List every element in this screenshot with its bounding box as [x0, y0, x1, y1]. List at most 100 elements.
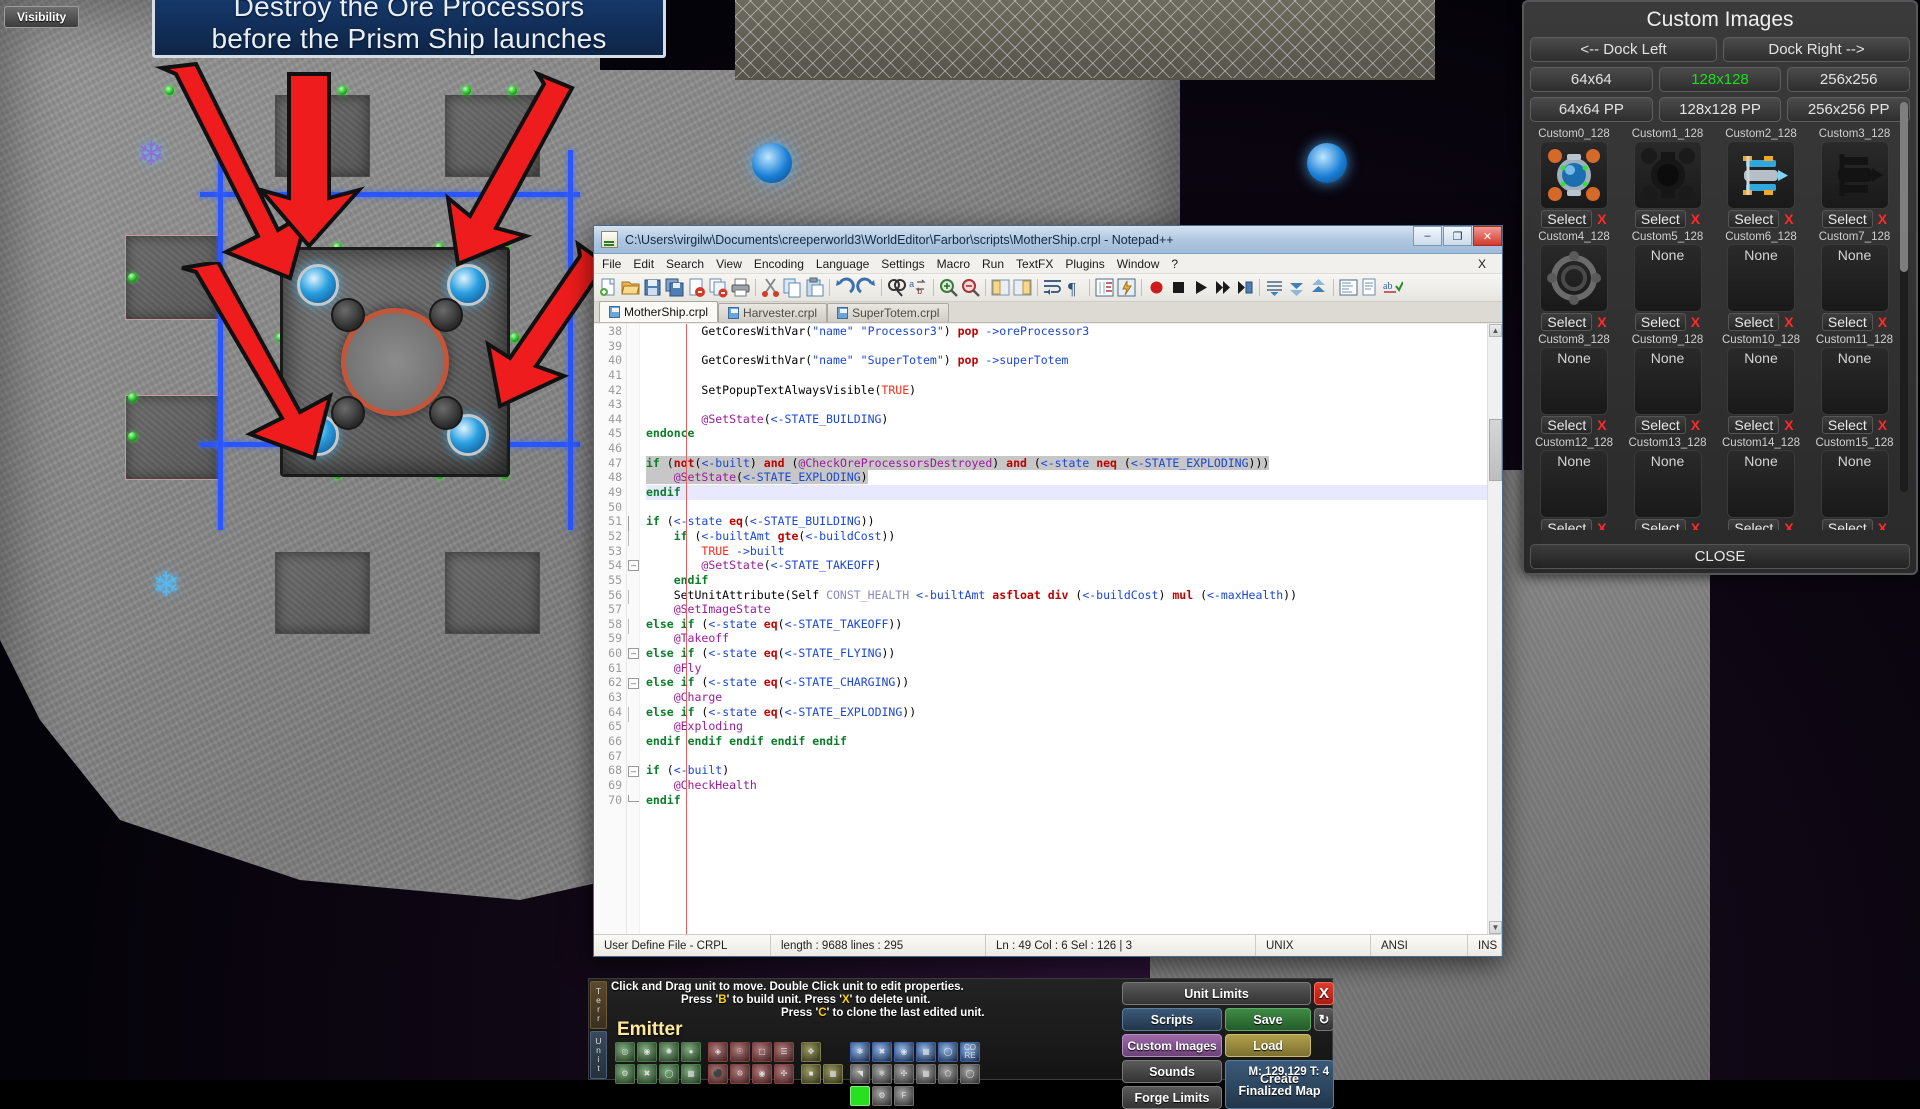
close-document-button[interactable]: X: [1478, 257, 1494, 271]
menu-item-settings[interactable]: Settings: [881, 257, 924, 271]
terrain-node[interactable]: [128, 432, 137, 441]
select-image-button[interactable]: Select: [1822, 210, 1873, 228]
show-all-chars-icon[interactable]: ¶: [1064, 277, 1085, 298]
minimize-button[interactable]: –: [1413, 226, 1442, 246]
unit-relay[interactable]: ▦: [916, 1064, 936, 1084]
unit-forge-upgrade[interactable]: F: [894, 1086, 914, 1106]
custom-image-thumbnail[interactable]: None: [1727, 347, 1795, 415]
unit-sprayer[interactable]: ●: [681, 1042, 701, 1062]
maximize-button[interactable]: ❐: [1443, 226, 1472, 246]
select-image-button[interactable]: Select: [1541, 519, 1592, 530]
size-256-pp-button[interactable]: 256x256 PP: [1787, 97, 1910, 122]
save-all-icon[interactable]: [664, 277, 685, 298]
menu-item-edit[interactable]: Edit: [633, 257, 654, 271]
dock-right-button[interactable]: Dock Right -->: [1723, 37, 1910, 62]
fold-collapse-icon[interactable]: –: [628, 648, 639, 659]
unit-anti-creeper-emitter[interactable]: ◈: [708, 1042, 728, 1062]
select-image-button[interactable]: Select: [1541, 416, 1592, 434]
custom-image-thumbnail[interactable]: None: [1727, 244, 1795, 312]
scrollbar-thumb[interactable]: [1489, 419, 1502, 481]
save-button[interactable]: Save: [1225, 1008, 1311, 1031]
size-128-pp-button[interactable]: 128x128 PP: [1659, 97, 1782, 122]
word-wrap-icon[interactable]: [1042, 277, 1063, 298]
code-folding-column[interactable]: ––––: [627, 324, 640, 934]
select-image-button[interactable]: Select: [1635, 313, 1686, 331]
custom-images-scrollbar[interactable]: [1900, 102, 1908, 492]
load-button[interactable]: Load: [1225, 1034, 1311, 1057]
new-file-icon[interactable]: [598, 277, 619, 298]
menu-item-help[interactable]: ?: [1171, 257, 1178, 271]
code-line[interactable]: @SetState(<-STATE_EXPLODING): [646, 470, 1502, 485]
custom-image-thumbnail[interactable]: None: [1634, 244, 1702, 312]
custom-image-thumbnail[interactable]: None: [1540, 450, 1608, 518]
unit-totem[interactable]: ☉: [730, 1042, 750, 1062]
zoom-in-icon[interactable]: [938, 277, 959, 298]
menu-item-macro[interactable]: Macro: [937, 257, 970, 271]
code-line[interactable]: if (<-built): [646, 763, 1502, 778]
unit-sniper[interactable]: ✣: [894, 1064, 914, 1084]
code-line[interactable]: else if (<-state eq(<-STATE_TAKEOFF)): [646, 617, 1502, 632]
code-line[interactable]: GetCoresWithVar("name" "Processor3") pop…: [646, 324, 1502, 339]
unit-ore-deposit[interactable]: ☰: [774, 1042, 794, 1062]
unit-nullifier[interactable]: ✖: [872, 1042, 892, 1062]
tab-terrain[interactable]: Terr: [590, 981, 607, 1029]
code-line[interactable]: @Fly: [646, 661, 1502, 676]
dock-left-button[interactable]: <-- Dock Left: [1530, 37, 1717, 62]
editor-area[interactable]: 3839404142434445464748495051525354555657…: [594, 324, 1502, 934]
select-image-button[interactable]: Select: [1728, 519, 1779, 530]
menu-item-encoding[interactable]: Encoding: [754, 257, 804, 271]
custom-image-thumbnail[interactable]: [1540, 244, 1608, 312]
unit-limits-button[interactable]: Unit Limits: [1122, 982, 1311, 1005]
open-file-icon[interactable]: [620, 277, 641, 298]
refresh-button[interactable]: ↻: [1314, 1008, 1334, 1031]
menu-item-run[interactable]: Run: [982, 257, 1004, 271]
code-line[interactable]: TRUE ->built: [646, 544, 1502, 559]
terrain-node[interactable]: [128, 273, 137, 282]
scrollbar-thumb[interactable]: [1900, 102, 1908, 272]
creeper-emitter-node[interactable]: [1307, 143, 1347, 183]
unit-digitalis[interactable]: ✖: [637, 1064, 657, 1084]
document-icon[interactable]: [1360, 277, 1381, 298]
select-image-button[interactable]: Select: [1728, 313, 1779, 331]
tab-unit[interactable]: Unit: [590, 1031, 607, 1079]
menu-item-window[interactable]: Window: [1117, 257, 1160, 271]
remove-image-button[interactable]: X: [1691, 211, 1700, 227]
fold-range-line[interactable]: [628, 619, 639, 634]
tab-mothership-crpl[interactable]: MotherShip.crpl: [599, 301, 718, 322]
code-line[interactable]: SetPopupTextAlwaysVisible(TRUE): [646, 383, 1502, 398]
unit-emitter[interactable]: ◎: [615, 1042, 635, 1062]
size-64-button[interactable]: 64x64: [1530, 67, 1653, 92]
collapse-all-icon[interactable]: [1264, 277, 1285, 298]
tab-harvester-crpl[interactable]: Harvester.crpl: [718, 303, 827, 322]
scroll-up-arrow[interactable]: ▲: [1489, 324, 1502, 337]
unit-shield[interactable]: ⚫: [708, 1064, 728, 1084]
menu-item-search[interactable]: Search: [666, 257, 704, 271]
play-multiple-macro-icon[interactable]: [1212, 277, 1233, 298]
scripts-button[interactable]: Scripts: [1122, 1008, 1222, 1031]
code-line[interactable]: endif: [646, 793, 1502, 808]
unit-creeper-crawler[interactable]: ⚙: [615, 1064, 635, 1084]
select-image-button[interactable]: Select: [1728, 416, 1779, 434]
unit-terp[interactable]: ◥: [850, 1064, 870, 1084]
custom-images-button[interactable]: Custom Images: [1122, 1034, 1222, 1057]
code-line[interactable]: @SetState(<-STATE_BUILDING): [646, 412, 1502, 427]
code-line[interactable]: [646, 368, 1502, 383]
custom-image-thumbnail[interactable]: None: [1727, 450, 1795, 518]
code-line[interactable]: [646, 441, 1502, 456]
unit-beam[interactable]: ◉: [894, 1042, 914, 1062]
custom-image-thumbnail[interactable]: [1727, 141, 1795, 209]
unit-runner-nest[interactable]: ✺: [659, 1042, 679, 1062]
unit-reactor[interactable]: ⬠: [938, 1064, 958, 1084]
undo-icon[interactable]: [834, 277, 855, 298]
code-line[interactable]: @Exploding: [646, 719, 1502, 734]
fold-collapse-icon[interactable]: –: [628, 678, 639, 689]
code-line[interactable]: else if (<-state eq(<-STATE_EXPLODING)): [646, 705, 1502, 720]
scroll-down-arrow[interactable]: ▼: [1489, 921, 1502, 934]
show-doc-map-icon[interactable]: [1338, 277, 1359, 298]
unit-blast[interactable]: ❃: [850, 1042, 870, 1062]
replace-icon[interactable]: ab: [908, 277, 929, 298]
unit-forge[interactable]: ◯: [960, 1064, 980, 1084]
window-title-bar[interactable]: C:\Users\virgilw\Documents\creeperworld3…: [594, 226, 1502, 254]
sync-scroll-v-icon[interactable]: [990, 277, 1011, 298]
code-line[interactable]: if (<-state eq(<-STATE_BUILDING)): [646, 514, 1502, 529]
